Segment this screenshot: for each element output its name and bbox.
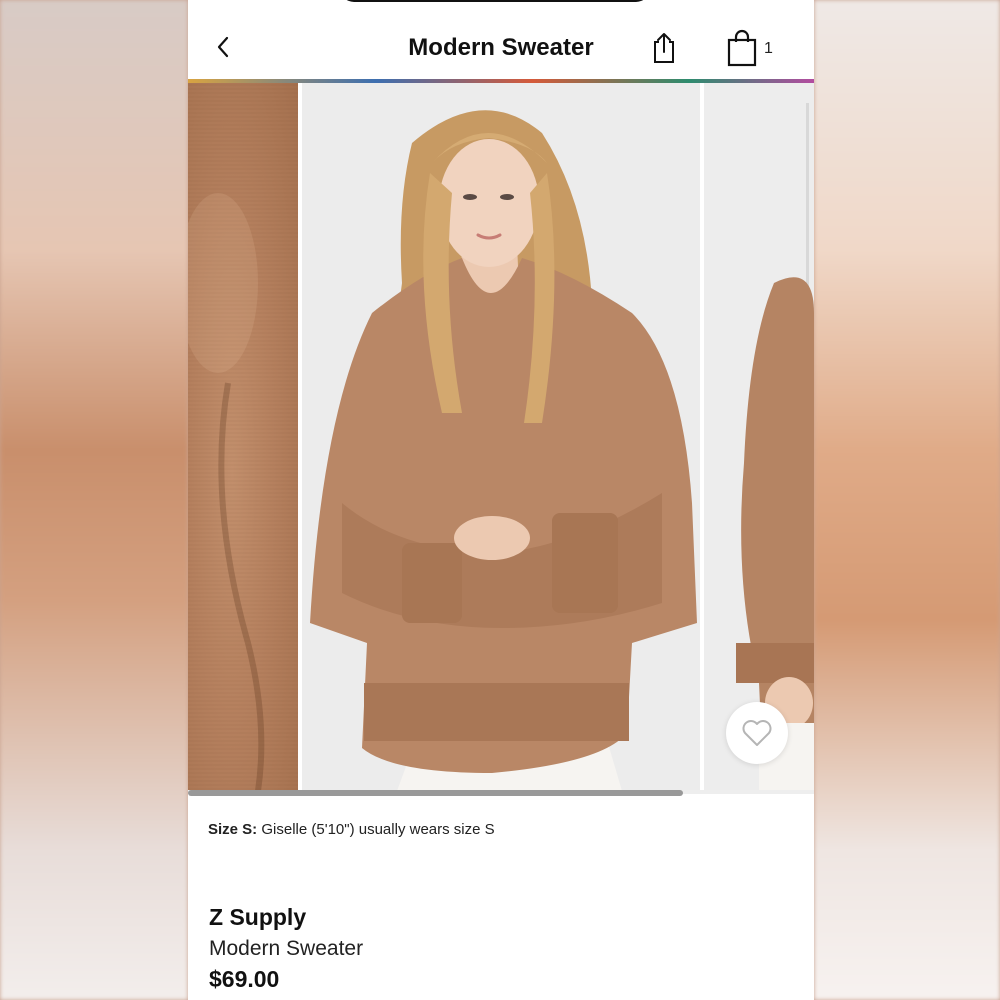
blurred-backdrop-right bbox=[814, 0, 1000, 1000]
back-button[interactable] bbox=[206, 30, 240, 64]
shopping-bag-button[interactable] bbox=[726, 28, 758, 68]
top-navigation-bar: Modern Sweater 1 bbox=[188, 0, 814, 82]
carousel-scroll-indicator[interactable] bbox=[188, 790, 683, 796]
shopping-bag-icon bbox=[727, 29, 757, 67]
share-icon bbox=[654, 33, 674, 63]
model-illustration bbox=[302, 83, 700, 791]
size-fit-note: Size S: Giselle (5'10") usually wears si… bbox=[208, 821, 495, 838]
size-note-label: Size S: bbox=[208, 821, 258, 838]
product-image-model-side[interactable] bbox=[704, 83, 814, 791]
blurred-backdrop-left bbox=[0, 0, 188, 1000]
page-title: Modern Sweater bbox=[408, 34, 594, 61]
side-view-illustration bbox=[704, 83, 814, 791]
knit-texture-illustration bbox=[188, 83, 298, 791]
chevron-left-icon bbox=[217, 36, 229, 58]
product-image-carousel[interactable] bbox=[188, 83, 814, 791]
product-brand[interactable]: Z Supply bbox=[209, 904, 306, 931]
app-screen: Modern Sweater 1 Size S: Giselle (5'10")… bbox=[188, 0, 814, 1000]
favorite-button[interactable] bbox=[726, 702, 788, 764]
product-image-model-front[interactable] bbox=[302, 83, 700, 791]
product-name: Modern Sweater bbox=[209, 937, 364, 960]
product-image-closeup[interactable] bbox=[188, 83, 298, 791]
share-button[interactable] bbox=[650, 30, 678, 66]
bag-item-count: 1 bbox=[764, 40, 773, 57]
product-price: $69.00 bbox=[209, 966, 280, 992]
heart-icon bbox=[742, 720, 772, 746]
size-note-text: Giselle (5'10") usually wears size S bbox=[261, 821, 495, 838]
